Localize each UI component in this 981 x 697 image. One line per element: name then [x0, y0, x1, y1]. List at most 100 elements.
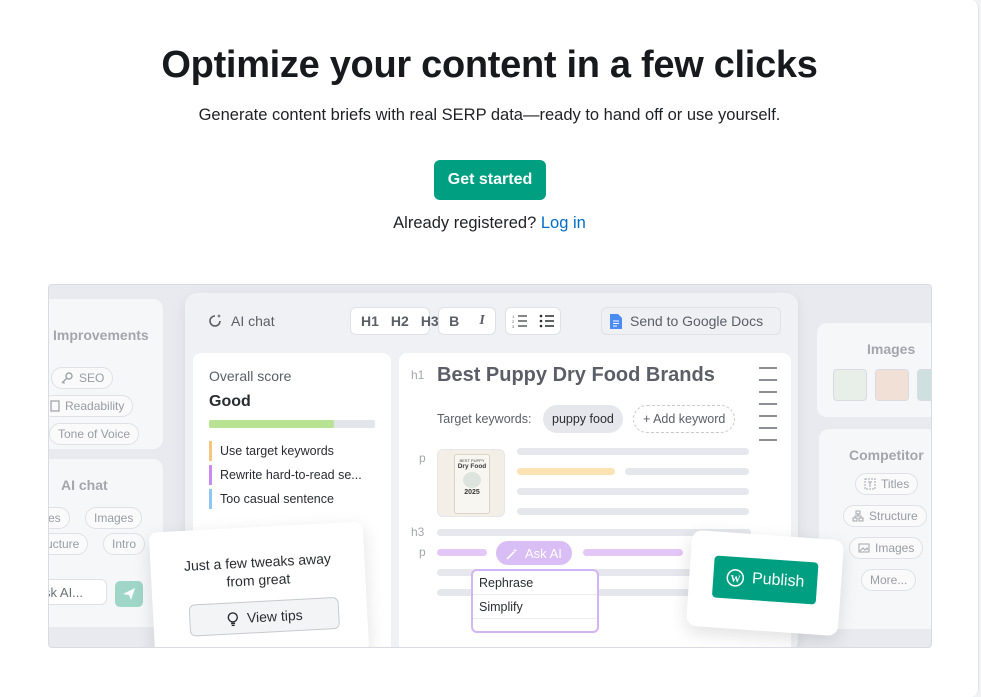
- page: Optimize your content in a few clicks Ge…: [0, 0, 979, 697]
- page-title: Optimize your content in a few clicks: [161, 44, 818, 86]
- tone-chip-label: Tone of Voice: [58, 427, 131, 441]
- ask-ai-label: Ask AI: [525, 545, 562, 561]
- titles-icon: [864, 478, 876, 490]
- image-icon: [858, 543, 870, 553]
- svg-text:3: 3: [512, 324, 515, 328]
- publish-button: W Publish: [711, 555, 819, 605]
- h3-tag: h3: [411, 525, 425, 539]
- bold-button: B: [449, 313, 460, 329]
- competitor-images-label: Images: [875, 541, 915, 555]
- p-tag: p: [419, 545, 426, 559]
- numbered-list-icon: 123: [512, 314, 527, 328]
- outline-ruler: [759, 367, 777, 451]
- overall-score-value: Good: [209, 393, 251, 410]
- target-keywords-label: Target keywords:: [437, 412, 532, 426]
- competitor-card-title: Competitor: [849, 447, 924, 463]
- send-to-google-docs-button: Send to Google Docs: [601, 307, 781, 335]
- tone-chip: Tone of Voice: [49, 423, 140, 445]
- ai-chat-card: AI chat tles Images ructure Intro sk AI.…: [48, 459, 163, 627]
- structure-chip: ructure: [49, 533, 89, 555]
- seo-chip: SEO: [51, 367, 114, 389]
- ask-ai-input: sk AI...: [49, 579, 107, 605]
- text-line: [437, 549, 487, 556]
- food-bag-year: 2025: [464, 489, 480, 496]
- h1-button: H1: [361, 313, 379, 329]
- heading-toolbar: H1 H2 H3: [350, 307, 439, 335]
- competitor-structure-chip: Structure: [843, 505, 927, 527]
- competitor-images-chip: Images: [849, 537, 924, 559]
- send-button: [115, 581, 143, 607]
- intro-chip: Intro: [103, 533, 146, 555]
- google-docs-icon: [610, 313, 622, 329]
- images-chip: Images: [85, 507, 143, 529]
- text-line: [583, 549, 683, 556]
- document-icon: [50, 400, 60, 412]
- readability-chip: Readability: [49, 395, 134, 417]
- food-bag-label: Dry Food: [457, 463, 487, 470]
- view-tips-button: View tips: [188, 596, 341, 637]
- image-thumb-2: [875, 369, 909, 401]
- images-chip-label: Images: [94, 511, 134, 525]
- score-bar-fill: [209, 420, 334, 428]
- tip-item: Too casual sentence: [209, 489, 334, 509]
- h1-tag: h1: [411, 368, 425, 382]
- titles-chip: tles: [48, 507, 70, 529]
- food-bag: BEST PUPPY Dry Food 2025: [454, 454, 490, 514]
- text-line: [517, 488, 749, 495]
- keyword-chip: puppy food: [543, 405, 623, 433]
- ask-ai-button: Ask AI: [496, 541, 572, 565]
- ask-ai-input-text: sk AI...: [49, 585, 84, 600]
- structure-icon: [852, 510, 864, 522]
- score-bar: [209, 420, 375, 428]
- improvements-title: Improvements: [53, 327, 149, 343]
- ai-action-menu: Rephrase Simplify: [471, 569, 599, 633]
- images-card: Images: [817, 323, 931, 417]
- structure-chip-label: ructure: [49, 537, 80, 551]
- page-subtitle: Generate content briefs with real SERP d…: [198, 106, 781, 124]
- add-keyword-chip: + Add keyword: [633, 405, 736, 433]
- p-tag: p: [419, 451, 426, 465]
- publish-label: Publish: [751, 570, 805, 591]
- text-line: [517, 468, 615, 475]
- get-started-button[interactable]: Get started: [434, 160, 546, 200]
- image-thumb-3: [917, 369, 931, 401]
- ai-chat-toolbar-label: AI chat: [231, 313, 275, 329]
- h2-button: H2: [390, 313, 409, 329]
- refresh-sparkle-icon: [209, 314, 221, 327]
- wordpress-icon: W: [726, 569, 744, 587]
- send-icon: [123, 588, 135, 600]
- images-card-title: Images: [867, 341, 916, 357]
- text-line: [517, 508, 749, 515]
- text-line: [517, 448, 749, 455]
- rephrase-menu-item: Rephrase: [473, 571, 597, 595]
- login-prompt-text: Already registered?: [393, 214, 537, 232]
- ai-chat-card-title: AI chat: [61, 477, 108, 493]
- titles-chip-label: tles: [48, 511, 61, 525]
- product-preview: Improvements SEO Readability Tone of Voi…: [48, 284, 932, 648]
- ai-chat-toolbar-item: AI chat: [207, 313, 275, 329]
- competitor-more-label: More...: [870, 573, 908, 587]
- svg-text:W: W: [730, 574, 741, 586]
- competitor-titles-label: Titles: [881, 477, 910, 491]
- tips-popover-text: Just a few tweaks away from great: [183, 550, 332, 590]
- intro-chip-label: Intro: [112, 537, 137, 551]
- product-image: BEST PUPPY Dry Food 2025: [437, 449, 505, 517]
- lightbulb-icon: [227, 611, 238, 626]
- magic-wand-icon: [506, 547, 518, 560]
- italic-button: I: [479, 313, 485, 328]
- seo-chip-label: SEO: [79, 371, 105, 385]
- tips-popover: Just a few tweaks away from great View t…: [148, 521, 370, 647]
- view-tips-label: View tips: [246, 606, 304, 626]
- dog-illustration: [463, 472, 481, 488]
- simplify-menu-item: Simplify: [473, 595, 597, 619]
- competitor-structure-label: Structure: [869, 509, 918, 523]
- bullet-list-icon: [539, 314, 554, 328]
- publish-card: W Publish: [685, 529, 845, 637]
- login-link[interactable]: Log in: [541, 214, 586, 232]
- key-icon: [61, 372, 73, 385]
- document-title: Best Puppy Dry Food Brands: [437, 364, 715, 386]
- login-prompt: Already registered? Log in: [0, 214, 979, 233]
- send-to-google-docs-label: Send to Google Docs: [630, 313, 764, 329]
- image-thumb-1: [833, 369, 867, 401]
- tip-item: Use target keywords: [209, 441, 334, 461]
